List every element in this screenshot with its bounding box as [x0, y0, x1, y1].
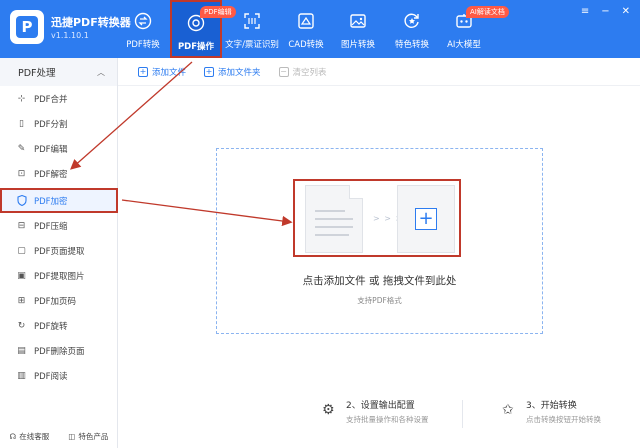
file-drop-zone[interactable]: > > > + 点击添加文件 或 拖拽文件到此处 支持PDF格式 — [216, 148, 543, 334]
edit-icon: ✎ — [17, 143, 26, 154]
read-icon: ▥ — [17, 370, 26, 381]
image-extract-icon: ▣ — [17, 270, 26, 281]
document-icon — [305, 185, 363, 253]
add-file-icon: + — [138, 66, 148, 77]
rotate-icon: ↻ — [17, 320, 26, 331]
sidebar-item-decrypt[interactable]: ⊡ PDF解密 — [0, 161, 118, 186]
convert-star-icon: ✩ — [502, 402, 514, 418]
logo-mark: P — [16, 16, 38, 38]
add-folder-icon: + — [204, 66, 215, 77]
clear-list-button[interactable]: − 清空列表 — [278, 66, 327, 78]
star-refresh-icon — [403, 12, 421, 30]
app-name: 迅捷PDF转换器 — [51, 16, 131, 29]
sidebar: PDF处理 ︿ ⊹ PDF合并 ▯ PDF分割 ✎ PDF编辑 ⊡ PDF解密 … — [0, 58, 118, 448]
drop-illustration: > > > + — [293, 179, 461, 257]
nav-badge-ai: AI解读文档 — [466, 6, 509, 18]
sidebar-item-image-extract[interactable]: ▣ PDF提取图片 — [0, 263, 118, 288]
sidebar-item-split[interactable]: ▯ PDF分割 — [0, 111, 118, 136]
sidebar-header[interactable]: PDF处理 ︿ — [0, 58, 117, 86]
plus-icon: + — [415, 208, 437, 230]
step-start-convert[interactable]: ✩ 3、开始转换 点击转换按钮开始转换 — [502, 398, 601, 425]
toolbar: + 添加文件 + 添加文件夹 − 清空列表 — [118, 58, 640, 86]
trash-icon: − — [278, 66, 289, 77]
app-version: v1.1.10.1 — [51, 31, 89, 40]
sidebar-title: PDF处理 — [18, 68, 56, 79]
compress-icon: ⊟ — [17, 220, 26, 231]
step-divider — [462, 400, 463, 428]
gear-icon: ⚙ — [322, 402, 335, 418]
convert-icon — [134, 12, 152, 30]
sidebar-item-delete-page[interactable]: ▤ PDF删除页面 — [0, 338, 118, 363]
unlock-icon: ⊡ — [17, 168, 26, 179]
add-file-button[interactable]: + 添加文件 — [138, 66, 186, 78]
merge-icon: ⊹ — [17, 93, 26, 104]
page-number-icon: ⊞ — [17, 295, 26, 306]
nav-special-convert[interactable]: 特色转换 — [390, 0, 434, 58]
sidebar-item-rotate[interactable]: ↻ PDF旋转 — [0, 313, 118, 338]
drop-zone-title: 点击添加文件 或 拖拽文件到此处 — [302, 275, 457, 287]
sidebar-item-edit[interactable]: ✎ PDF编辑 — [0, 136, 118, 161]
sidebar-item-compress[interactable]: ⊟ PDF压缩 — [0, 213, 118, 238]
scan-icon — [243, 12, 261, 30]
step-output-settings[interactable]: ⚙ 2、设置输出配置 支持批量操作和各种设置 — [322, 398, 429, 425]
shield-icon — [16, 195, 27, 206]
nav-image-convert[interactable]: 图片转换 — [338, 0, 378, 58]
app-logo: P — [10, 10, 44, 44]
sidebar-item-page-extract[interactable]: ▢ PDF页面提取 — [0, 238, 118, 263]
drop-zone-subtitle: 支持PDF格式 — [357, 296, 402, 305]
close-icon[interactable]: ✕ — [622, 7, 630, 17]
menu-icon[interactable]: ≡ — [581, 7, 589, 17]
nav-ocr[interactable]: 文字/票证识别 — [224, 0, 280, 58]
split-icon: ▯ — [19, 118, 24, 129]
add-folder-button[interactable]: + 添加文件夹 — [204, 66, 261, 78]
nav-pdf-convert[interactable]: PDF转换 — [120, 0, 166, 58]
sidebar-footer: ☊ 在线客服 ◫ 特色产品 — [0, 431, 118, 442]
products-icon: ◫ — [68, 432, 76, 441]
chevron-up-icon: ︿ — [97, 67, 105, 77]
featured-products-button[interactable]: ◫ 特色产品 — [68, 431, 108, 442]
image-icon — [349, 12, 367, 30]
cad-icon — [297, 12, 315, 30]
top-header: P 迅捷PDF转换器 v1.1.10.1 PDF转换 PDF操作 PDF编辑 文… — [0, 0, 640, 58]
delete-page-icon: ▤ — [17, 345, 26, 356]
window-controls: ≡ − ✕ — [581, 7, 630, 17]
sidebar-item-read[interactable]: ▥ PDF阅读 — [0, 363, 118, 388]
sidebar-item-encrypt[interactable]: PDF加密 — [0, 188, 118, 213]
page-extract-icon: ▢ — [17, 245, 26, 256]
minimize-icon[interactable]: − — [601, 7, 609, 17]
online-service-button[interactable]: ☊ 在线客服 — [10, 431, 50, 442]
headset-icon: ☊ — [9, 432, 17, 441]
nav-cad-convert[interactable]: CAD转换 — [286, 0, 326, 58]
add-file-card[interactable]: + — [397, 185, 455, 253]
sidebar-item-merge[interactable]: ⊹ PDF合并 — [0, 86, 118, 111]
sidebar-item-page-number[interactable]: ⊞ PDF加页码 — [0, 288, 118, 313]
